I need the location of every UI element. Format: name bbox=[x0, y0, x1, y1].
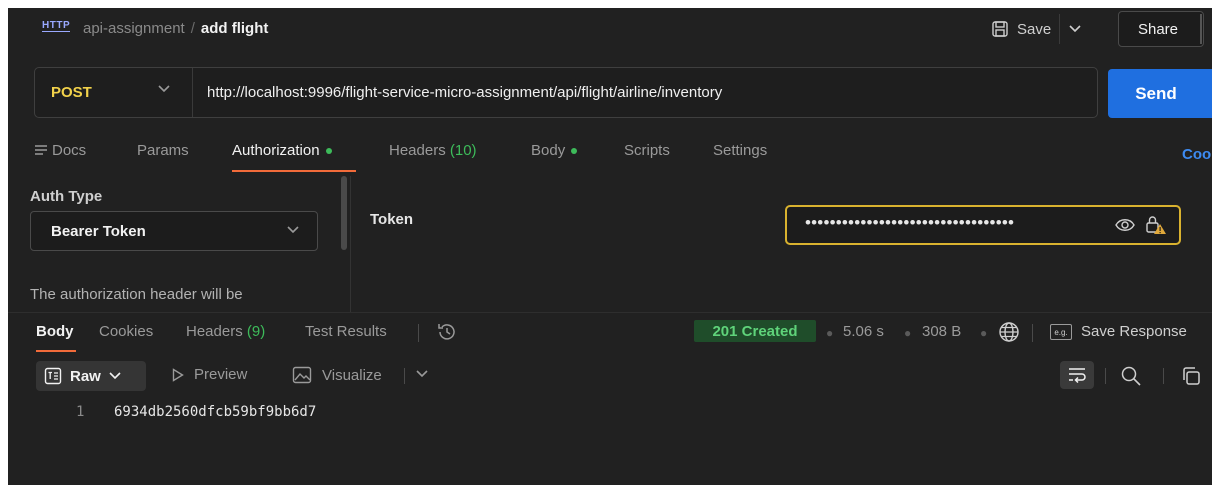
share-button[interactable]: Share bbox=[1118, 11, 1204, 47]
modified-dot bbox=[325, 148, 332, 155]
search-icon[interactable] bbox=[1120, 365, 1142, 387]
meta-separator: ● bbox=[980, 326, 988, 340]
method-label: POST bbox=[51, 84, 92, 101]
token-value: •••••••••••••••••••••••••••••••••• bbox=[805, 213, 1015, 232]
tab-params[interactable]: Params bbox=[137, 142, 189, 159]
eye-icon[interactable] bbox=[1115, 216, 1135, 234]
chevron-down-icon bbox=[109, 372, 121, 380]
request-header: HTTP api-assignment / add flight Save Shar… bbox=[8, 8, 1212, 50]
tab-body[interactable]: Body bbox=[531, 142, 578, 159]
request-name[interactable]: add flight bbox=[201, 20, 269, 37]
tab-settings[interactable]: Settings bbox=[713, 142, 767, 159]
format-select[interactable]: Raw bbox=[36, 361, 146, 391]
panel-divider bbox=[350, 176, 351, 312]
token-field[interactable]: •••••••••••••••••••••••••••••••••• bbox=[785, 205, 1181, 245]
postman-window: HTTP api-assignment / add flight Save Shar… bbox=[8, 8, 1212, 485]
format-label: Raw bbox=[70, 367, 101, 385]
tab-docs-label: Docs bbox=[52, 142, 87, 159]
chevron-down-icon bbox=[287, 226, 299, 234]
tab-authorization[interactable]: Authorization bbox=[232, 142, 332, 159]
send-button[interactable]: Send bbox=[1108, 69, 1212, 118]
raw-format-icon bbox=[44, 367, 62, 385]
save-response-icon: e.g. bbox=[1050, 324, 1072, 340]
tab-authorization-label: Authorization bbox=[232, 142, 320, 159]
modified-dot bbox=[571, 148, 578, 155]
http-icon: HTTP bbox=[42, 20, 71, 32]
tab-headers-label: Headers bbox=[389, 142, 446, 159]
save-label: Save bbox=[1017, 20, 1052, 38]
preview-button[interactable]: Preview bbox=[172, 366, 247, 383]
auth-panel-scrollbar[interactable] bbox=[341, 176, 347, 250]
cookies-link[interactable]: Coo bbox=[1182, 146, 1211, 163]
play-icon bbox=[172, 367, 184, 382]
toolbar-separator bbox=[1105, 368, 1106, 384]
visualize-button[interactable]: Visualize bbox=[292, 366, 382, 384]
token-label: Token bbox=[370, 211, 414, 228]
toolbar-separator bbox=[418, 324, 419, 342]
active-tab-indicator bbox=[232, 170, 356, 172]
url-bar: POST bbox=[34, 67, 1098, 118]
tab-response-body[interactable]: Body bbox=[36, 323, 74, 340]
toolbar-separator bbox=[1163, 368, 1164, 384]
auth-type-value: Bearer Token bbox=[51, 222, 146, 240]
chevron-down-icon[interactable] bbox=[416, 370, 428, 378]
breadcrumb-collection[interactable]: api-assignment bbox=[83, 20, 185, 37]
save-options-button[interactable] bbox=[1059, 14, 1089, 44]
response-body-text[interactable]: 6934db2560dfcb59bf9bb6d7 bbox=[114, 404, 316, 420]
save-icon bbox=[992, 21, 1008, 37]
auth-type-label: Auth Type bbox=[30, 188, 103, 205]
meta-separator: ● bbox=[904, 326, 912, 340]
tab-headers[interactable]: Headers (10) bbox=[389, 142, 477, 159]
wrap-lines-button[interactable] bbox=[1060, 361, 1094, 389]
visualize-label: Visualize bbox=[322, 366, 382, 384]
tab-docs[interactable]: Docs bbox=[34, 142, 86, 159]
response-size[interactable]: 308 B bbox=[922, 323, 961, 340]
breadcrumb-separator: / bbox=[190, 20, 195, 37]
chevron-down-icon bbox=[1069, 25, 1081, 33]
lock-warning-icon[interactable] bbox=[1145, 215, 1167, 235]
breadcrumb: api-assignment / add flight bbox=[83, 20, 268, 37]
save-group: Save bbox=[983, 14, 1101, 44]
response-line: 1 6934db2560dfcb59bf9bb6d7 bbox=[8, 404, 1212, 426]
save-response-button[interactable]: Save Response bbox=[1081, 323, 1187, 340]
response-divider bbox=[8, 312, 1212, 313]
history-icon[interactable] bbox=[436, 321, 458, 343]
tab-body-label: Body bbox=[531, 142, 566, 159]
toolbar-separator bbox=[1032, 324, 1033, 342]
tab-response-headers[interactable]: Headers (9) bbox=[186, 323, 265, 340]
save-button[interactable]: Save bbox=[983, 14, 1059, 44]
meta-separator: ● bbox=[826, 326, 834, 340]
status-badge[interactable]: 201 Created bbox=[694, 320, 816, 342]
url-input[interactable] bbox=[207, 68, 1087, 117]
active-tab-indicator bbox=[36, 350, 76, 352]
tab-response-headers-label: Headers bbox=[186, 323, 243, 340]
docs-icon bbox=[35, 145, 47, 155]
chevron-down-icon bbox=[158, 85, 170, 93]
method-select[interactable]: POST bbox=[35, 68, 193, 117]
auth-description: The authorization header will be bbox=[30, 286, 243, 303]
tab-scripts[interactable]: Scripts bbox=[624, 142, 670, 159]
request-tabs: Docs Params Authorization Headers (10) B… bbox=[8, 138, 1212, 174]
wrap-icon bbox=[1069, 368, 1086, 383]
tab-headers-count: (10) bbox=[449, 142, 477, 159]
auth-type-select[interactable]: Bearer Token bbox=[30, 211, 318, 251]
response-time[interactable]: 5.06 s bbox=[843, 323, 884, 340]
toolbar-separator bbox=[404, 368, 405, 384]
toolbar-edge bbox=[1200, 14, 1202, 44]
tab-response-headers-count: (9) bbox=[246, 323, 266, 340]
image-icon bbox=[292, 366, 312, 384]
copy-icon[interactable] bbox=[1180, 365, 1202, 387]
tab-test-results[interactable]: Test Results bbox=[305, 323, 387, 340]
line-number: 1 bbox=[76, 404, 85, 420]
globe-icon[interactable] bbox=[998, 321, 1020, 343]
tab-response-cookies[interactable]: Cookies bbox=[99, 323, 153, 340]
preview-label: Preview bbox=[194, 366, 248, 383]
auth-type-panel: Auth Type Bearer Token The authorization… bbox=[8, 178, 348, 318]
